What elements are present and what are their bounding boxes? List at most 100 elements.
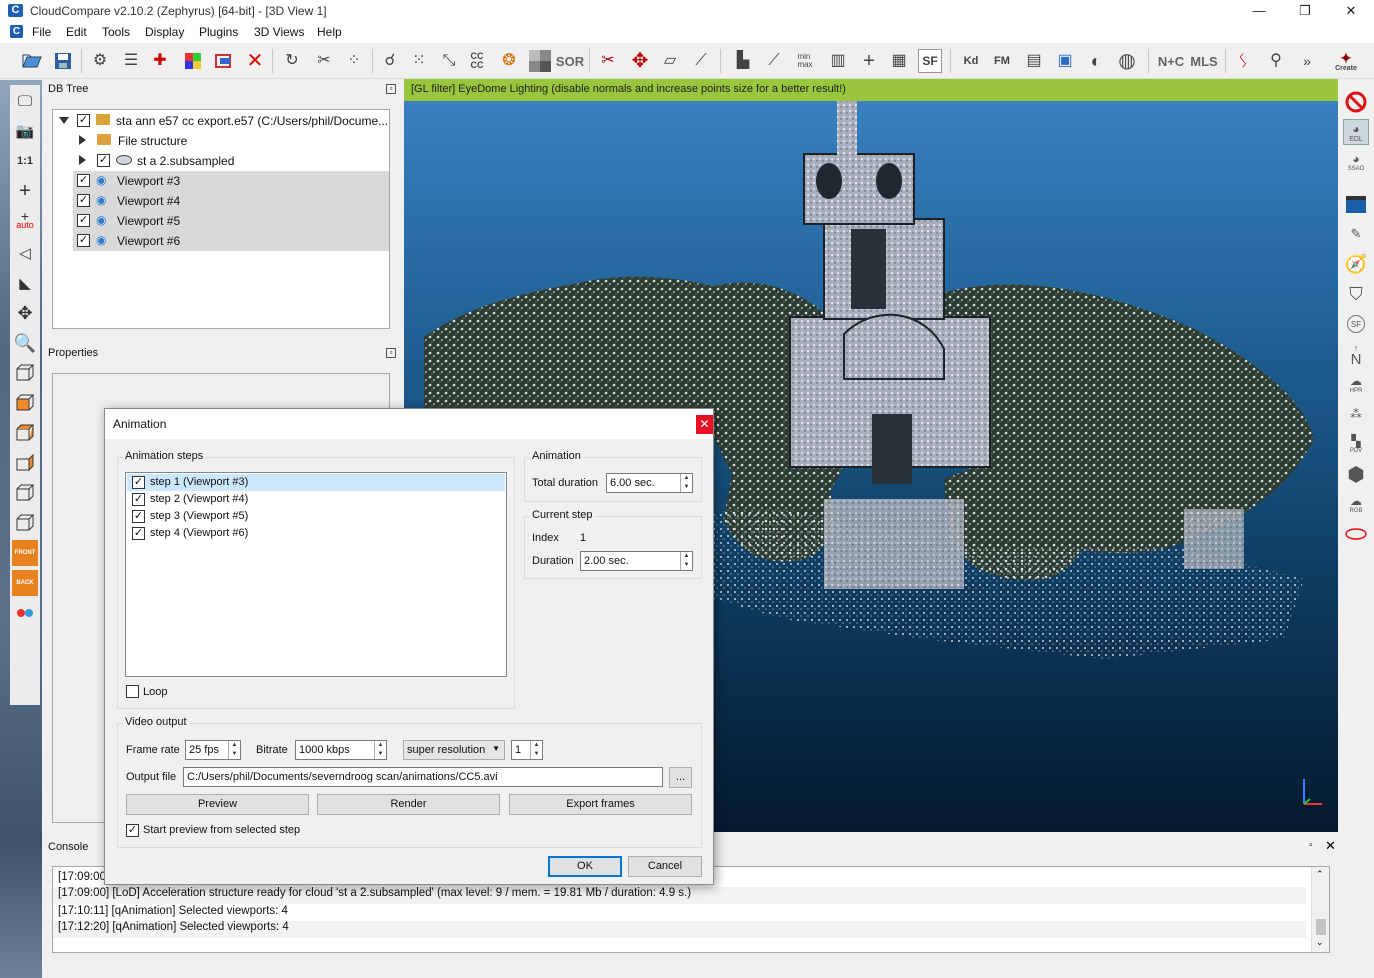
render-button[interactable]: Render bbox=[317, 794, 500, 815]
bitrate-spinbox[interactable]: 1000 kbps ▲ ▼ bbox=[295, 740, 387, 760]
sor-filter-icon[interactable]: SOR bbox=[556, 49, 584, 73]
export-frames-button[interactable]: Export frames bbox=[509, 794, 692, 815]
perspective-icon[interactable]: ◁ bbox=[12, 240, 38, 266]
subsample-icon[interactable]: ⤡ bbox=[437, 49, 461, 73]
noise-filter-icon[interactable] bbox=[528, 49, 552, 73]
tree-item-viewport[interactable]: ✓ ◉ Viewport #4 bbox=[73, 191, 389, 211]
tree-item-cloud[interactable]: ✓ st a 2.subsampled bbox=[53, 151, 389, 171]
view-top-icon[interactable] bbox=[12, 360, 38, 386]
root-checkbox[interactable]: ✓ bbox=[77, 114, 90, 127]
tree-item-viewport[interactable]: ✓ ◉ Viewport #3 bbox=[73, 171, 389, 191]
point-list-icon[interactable]: ⁙ bbox=[407, 49, 431, 73]
camera-icon[interactable]: 📷 bbox=[12, 118, 38, 144]
toolbar-overflow-button[interactable]: » bbox=[1300, 49, 1314, 73]
properties-float-button[interactable]: ▫ bbox=[386, 348, 396, 358]
spin-up-icon[interactable]: ▲ bbox=[375, 741, 386, 750]
step-checkbox[interactable]: ✓ bbox=[132, 476, 145, 489]
iso-front-icon[interactable]: FRONT bbox=[12, 540, 38, 566]
sf-sphere-icon[interactable]: SF bbox=[1343, 311, 1369, 337]
frame-rate-spinbox[interactable]: 25 fps ▲ ▼ bbox=[185, 740, 241, 760]
cross-section-icon[interactable]: ⟋ bbox=[689, 49, 713, 73]
expand-arrow-icon[interactable] bbox=[79, 135, 86, 145]
shield-icon[interactable]: ⛉ bbox=[1343, 281, 1369, 307]
m3c2-icon[interactable]: ⁂ bbox=[1343, 401, 1369, 427]
list-item[interactable]: ✓ step 2 (Viewport #4) bbox=[127, 491, 505, 508]
globe-icon[interactable]: ◍ bbox=[1115, 49, 1139, 73]
export-sf-icon[interactable]: ▤ bbox=[1022, 49, 1046, 73]
menu-help[interactable]: Help bbox=[317, 25, 342, 39]
color-icon[interactable] bbox=[181, 49, 205, 73]
pen-icon[interactable]: ✎ bbox=[1343, 221, 1369, 247]
dialog-close-button[interactable]: ✕ bbox=[696, 415, 713, 434]
viewport-checkbox[interactable]: ✓ bbox=[77, 194, 90, 207]
view-left-icon[interactable] bbox=[12, 420, 38, 446]
collapse-arrow-icon[interactable] bbox=[59, 117, 69, 124]
north-arrow-icon[interactable]: ↑ N bbox=[1343, 341, 1369, 367]
edl-shader-icon[interactable]: ◕ EDL bbox=[1343, 119, 1369, 145]
zoom-icon[interactable]: 🔍 bbox=[12, 330, 38, 356]
list-item[interactable]: ✓ step 1 (Viewport #3) bbox=[127, 474, 505, 491]
spin-down-icon[interactable]: ▼ bbox=[229, 750, 240, 759]
spin-down-icon[interactable]: ▼ bbox=[681, 483, 692, 492]
zoom-1-to-1-icon[interactable]: 1:1 bbox=[12, 148, 38, 174]
move-icon[interactable]: ✥ bbox=[12, 300, 38, 326]
mls-icon[interactable]: MLS bbox=[1189, 49, 1219, 73]
resolution-dropdown[interactable]: super resolution ▼ bbox=[403, 740, 505, 760]
expand-arrow-icon[interactable] bbox=[79, 155, 86, 165]
histogram-icon[interactable]: ▙ bbox=[731, 49, 755, 73]
open-icon[interactable] bbox=[20, 49, 44, 73]
segment-icon[interactable]: ✂ bbox=[312, 49, 336, 73]
tree-item-viewport[interactable]: ✓ ◉ Viewport #6 bbox=[73, 231, 389, 251]
pivot-icon[interactable]: + bbox=[12, 178, 38, 204]
pdv-icon[interactable]: ▚ PDV bbox=[1343, 431, 1369, 457]
menu-edit[interactable]: Edit bbox=[66, 25, 87, 39]
spin-up-icon[interactable]: ▲ bbox=[681, 552, 692, 561]
maximize-button[interactable]: ❐ bbox=[1282, 0, 1328, 22]
view-back-icon[interactable] bbox=[12, 450, 38, 476]
scalar-field-icon[interactable]: SF bbox=[918, 49, 942, 73]
stop-icon[interactable] bbox=[1343, 89, 1369, 115]
list-item[interactable]: ✓ step 4 (Viewport #6) bbox=[127, 525, 505, 542]
spin-up-icon[interactable]: ▲ bbox=[681, 474, 692, 483]
spin-up-icon[interactable]: ▲ bbox=[229, 741, 240, 750]
viewport-checkbox[interactable]: ✓ bbox=[77, 234, 90, 247]
fullscreen-icon[interactable]: 🖵 bbox=[12, 88, 38, 114]
console-close-button[interactable]: ✕ bbox=[1325, 838, 1336, 854]
console-scrollbar[interactable]: ⌃ ⌄ bbox=[1311, 867, 1329, 952]
hpr-icon[interactable]: ☁ HPR bbox=[1343, 371, 1369, 397]
normals-colors-icon[interactable]: N+C bbox=[1156, 49, 1186, 73]
filter-by-value-icon[interactable]: ▥ bbox=[826, 49, 850, 73]
canupo-create-icon[interactable]: ✦ Create bbox=[1330, 49, 1362, 73]
clone-icon[interactable]: ⚙ bbox=[88, 49, 112, 73]
hexagon-icon[interactable]: ⬢ bbox=[1343, 461, 1369, 487]
ok-button[interactable]: OK bbox=[548, 856, 622, 877]
viewport-checkbox[interactable]: ✓ bbox=[77, 174, 90, 187]
ellipse-icon[interactable] bbox=[1343, 521, 1369, 547]
menu-3d-views[interactable]: 3D Views bbox=[254, 25, 304, 39]
minimize-button[interactable]: — bbox=[1236, 0, 1282, 22]
properties-list-icon[interactable]: ☰ bbox=[119, 49, 143, 73]
cancel-button[interactable]: Cancel bbox=[628, 856, 702, 877]
scroll-down-icon[interactable]: ⌄ bbox=[1316, 937, 1324, 948]
menu-file[interactable]: File bbox=[32, 25, 51, 39]
ransac-icon[interactable]: ᛊ bbox=[1231, 49, 1255, 73]
console-float-button[interactable]: ▫ bbox=[1309, 840, 1313, 851]
tree-item-root[interactable]: ✓ sta ann e57 cc export.e57 (C:/Users/ph… bbox=[53, 111, 389, 131]
sample-points-icon[interactable]: ⁘ bbox=[342, 49, 366, 73]
spin-up-icon[interactable]: ▲ bbox=[531, 741, 542, 750]
browse-button[interactable]: ... bbox=[669, 767, 692, 788]
spin-down-icon[interactable]: ▼ bbox=[681, 561, 692, 570]
spin-down-icon[interactable]: ▼ bbox=[375, 750, 386, 759]
total-duration-spinbox[interactable]: 6.00 sec. ▲ ▼ bbox=[606, 473, 693, 493]
preview-button[interactable]: Preview bbox=[126, 794, 309, 815]
qcompass-icon[interactable]: ⚲ bbox=[1264, 49, 1288, 73]
sphere-icon[interactable]: ◐ bbox=[1084, 49, 1108, 73]
spin-down-icon[interactable]: ▼ bbox=[531, 750, 542, 759]
csv-icon[interactable]: ▣ bbox=[1053, 49, 1077, 73]
scissors-icon[interactable]: ✂ bbox=[596, 49, 620, 73]
db-tree-float-button[interactable]: ▫ bbox=[386, 84, 396, 94]
min-max-icon[interactable]: min max bbox=[793, 49, 817, 73]
mesh-icon[interactable]: ❂ bbox=[497, 49, 521, 73]
start-preview-checkbox[interactable]: ✓ bbox=[126, 824, 139, 837]
viewport-checkbox[interactable]: ✓ bbox=[77, 214, 90, 227]
